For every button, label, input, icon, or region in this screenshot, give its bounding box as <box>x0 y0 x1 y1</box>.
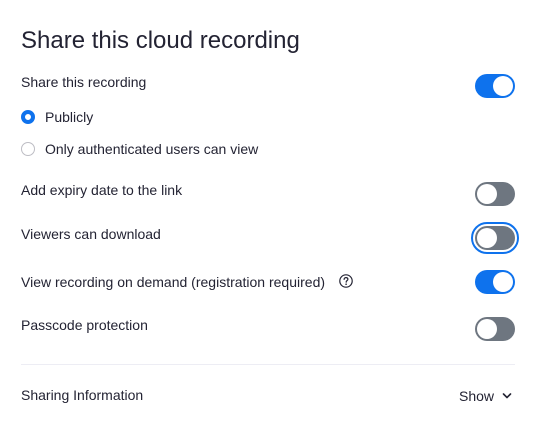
share-recording-toggle[interactable] <box>475 74 515 98</box>
expiry-date-label: Add expiry date to the link <box>21 182 183 198</box>
toggle-knob <box>493 76 513 96</box>
viewers-download-label: Viewers can download <box>21 226 161 242</box>
toggle-knob <box>477 319 497 339</box>
sharing-information-label: Sharing Information <box>21 387 144 403</box>
toggle-knob <box>477 184 497 204</box>
toggle-knob <box>477 228 497 248</box>
passcode-toggle[interactable] <box>475 317 515 341</box>
page-title: Share this cloud recording <box>21 27 300 54</box>
share-recording-label: Share this recording <box>21 74 147 90</box>
chevron-down-icon <box>502 393 512 399</box>
on-demand-label: View recording on demand (registration r… <box>21 274 326 290</box>
expiry-date-toggle[interactable] <box>475 182 515 206</box>
on-demand-toggle[interactable] <box>475 270 515 294</box>
passcode-label: Passcode protection <box>21 317 148 333</box>
radio-option-authenticated-only[interactable]: Only authenticated users can view <box>21 139 258 159</box>
radio-button-checked[interactable] <box>21 110 35 124</box>
radio-label-authenticated-only: Only authenticated users can view <box>45 141 259 157</box>
radio-option-publicly[interactable]: Publicly <box>21 107 93 127</box>
section-divider <box>21 364 515 365</box>
radio-button-unchecked[interactable] <box>21 142 35 156</box>
show-sharing-info-button[interactable]: Show <box>459 386 512 406</box>
question-circle-icon[interactable] <box>339 274 353 288</box>
toggle-knob <box>493 272 513 292</box>
viewers-download-toggle[interactable] <box>471 222 519 254</box>
show-label: Show <box>459 388 495 404</box>
radio-label-publicly: Publicly <box>45 109 94 125</box>
